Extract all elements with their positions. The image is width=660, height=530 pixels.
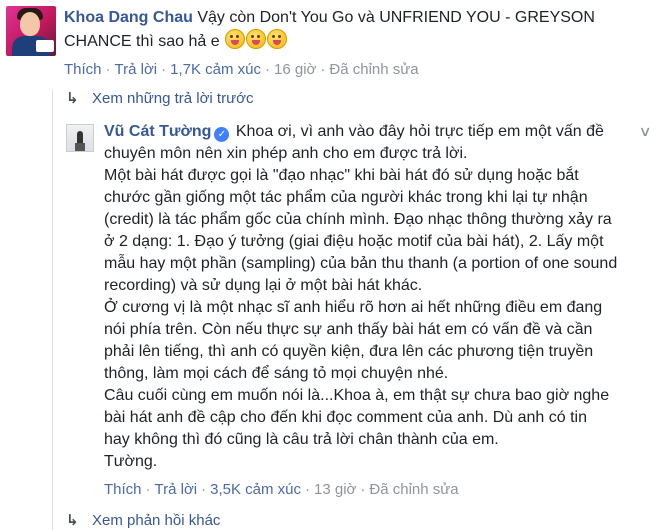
view-previous-replies-link[interactable]: ↳ Xem những trả lời trước <box>66 89 253 107</box>
view-more-replies-link[interactable]: ↳ Xem phản hồi khác <box>66 511 220 529</box>
reply-line: Một bài hát được gọi là "đạo nhạc" khi b… <box>104 167 579 184</box>
reply-line: nói phía trên. Còn nếu thực sự anh thấy … <box>104 321 593 338</box>
reply-line-0: Vũ Cát Tường ✓ Khoa ơi, vì anh vào đây hỏ… <box>104 123 604 142</box>
avatar[interactable] <box>6 6 56 56</box>
like-button[interactable]: Thích <box>64 61 102 78</box>
view-more-label: Xem phản hồi khác <box>92 512 221 529</box>
like-button[interactable]: Thích <box>104 481 142 498</box>
reply-line: hay không thì đó cũng là câu trả lời châ… <box>104 431 499 448</box>
reply-arrow-icon: ↳ <box>66 512 79 529</box>
reactions-count[interactable]: 3,5K cảm xúc <box>210 481 301 498</box>
reply-button[interactable]: Trả lời <box>155 481 198 498</box>
reply-actions: Thích · Trả lời · 3,5K cảm xúc · 13 giờ · Đã chỉ… <box>104 481 459 498</box>
chevron-down-icon[interactable]: ∨ <box>638 123 651 140</box>
reply-arrow-icon: ↳ <box>66 90 79 107</box>
emoji-icon <box>267 29 288 49</box>
comment-actions: Thích · Trả lời · 1,7K cảm xúc · 16 giờ · Đã chỉ… <box>64 61 419 78</box>
verified-badge-icon: ✓ <box>214 127 230 142</box>
emoji-icon <box>225 29 246 49</box>
reply-line: Ở cương vị là một nhạc sĩ anh hiểu rõ hơ… <box>104 299 603 316</box>
edited-label[interactable]: Đã chỉnh sửa <box>329 61 418 78</box>
view-previous-label: Xem những trả lời trước <box>92 90 254 107</box>
edited-label[interactable]: Đã chỉnh sửa <box>369 481 458 498</box>
emoji-icon <box>246 29 267 49</box>
reply-line: mẫu hay một phần (sampling) của bản thu … <box>104 255 618 272</box>
reply-line: recording) và sử dụng lại ở một bài hát … <box>104 277 423 294</box>
top-comment: Khoa Dang Chau Vậy còn Don't You Go và U… <box>64 7 654 53</box>
reply-line: Tường. <box>104 453 158 470</box>
reply-button[interactable]: Trả lời <box>115 61 158 78</box>
thread-line <box>52 90 53 530</box>
timestamp[interactable]: 16 giờ <box>274 61 316 78</box>
reply-line: Câu cuối cùng em muốn nói là...Khoa à, e… <box>104 387 610 404</box>
reply-author[interactable]: Vũ Cát Tường <box>104 123 211 140</box>
reply-line: chuyên môn nên xin phép anh cho em được … <box>104 145 468 162</box>
reactions-count[interactable]: 1,7K cảm xúc <box>170 61 261 78</box>
reply-line: thông, làm mọi cách để sáng tỏ mọi chuyệ… <box>104 365 449 382</box>
reply-line: (credit) là tác phẩm gốc của chính mình.… <box>104 211 612 228</box>
reply-line: chước gần giống một tác phẩm của người k… <box>104 189 588 206</box>
reply-comment: Vũ Cát Tường ✓ Khoa ơi, vì anh vào đây hỏ… <box>104 121 644 473</box>
timestamp[interactable]: 13 giờ <box>314 481 356 498</box>
reply-avatar[interactable] <box>66 124 94 152</box>
reply-line: phải lên tiếng, thì anh có quyền kiện, đ… <box>104 343 594 360</box>
reply-line: ở 2 dạng: 1. Đạo ý tưởng (giai điệu hoặc… <box>104 233 604 250</box>
comment-author[interactable]: Khoa Dang Chau <box>64 9 193 26</box>
reply-line: bài hát anh đề cập cho đến khi đọc comme… <box>104 409 587 426</box>
